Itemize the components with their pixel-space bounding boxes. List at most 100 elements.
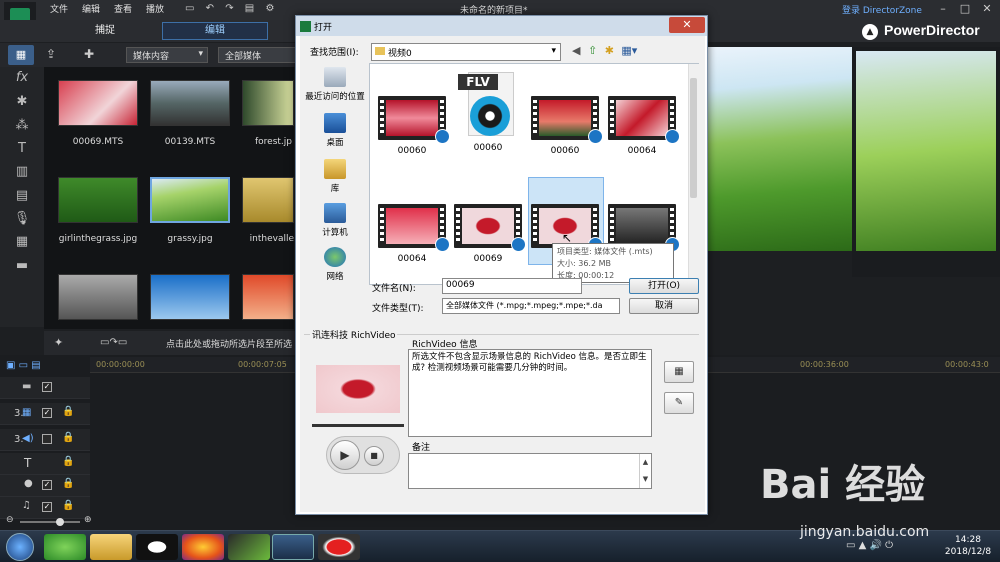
- menu-file[interactable]: 文件: [50, 2, 68, 15]
- library-thumb[interactable]: [242, 177, 294, 223]
- up-folder-icon[interactable]: ⇧: [588, 44, 597, 57]
- fx-icon[interactable]: fx: [13, 70, 31, 86]
- import-icon[interactable]: ⇪: [46, 47, 56, 61]
- undo-icon[interactable]: ↶: [206, 3, 214, 14]
- title-room-icon[interactable]: T: [13, 141, 31, 157]
- open-button[interactable]: 打开(O): [629, 278, 699, 294]
- track-enable-checkbox[interactable]: [42, 434, 52, 444]
- notes-textarea[interactable]: ▲ ▼: [408, 453, 652, 489]
- transition-icon[interactable]: ▥: [13, 164, 31, 180]
- scrollbar-thumb[interactable]: [690, 78, 697, 198]
- subtitle-icon[interactable]: ▬: [13, 258, 31, 274]
- maximize-icon[interactable]: □: [958, 2, 972, 16]
- tray-icons[interactable]: ▭ ▲ 🔊 ⏻: [846, 540, 893, 551]
- minimize-icon[interactable]: –: [936, 2, 950, 16]
- file-name: 00064: [627, 146, 657, 156]
- new-folder-icon[interactable]: ✱: [605, 44, 614, 57]
- lock-icon[interactable]: 🔒: [62, 456, 74, 467]
- tab-capture[interactable]: 捕捉: [60, 22, 150, 40]
- taskbar-app-qq[interactable]: [136, 534, 178, 560]
- library-thumb[interactable]: [58, 80, 138, 126]
- stop-button[interactable]: ■: [364, 446, 384, 466]
- magic-icon[interactable]: ✦: [54, 336, 63, 349]
- pip-icon[interactable]: ✱: [13, 94, 31, 110]
- taskbar-app-recorder[interactable]: [318, 534, 360, 560]
- zoom-out-icon[interactable]: ⊖: [6, 515, 14, 525]
- zoom-in-icon[interactable]: ⊕: [84, 515, 92, 525]
- media-content-dropdown[interactable]: 媒体内容 ▾: [126, 47, 208, 63]
- filetype-dropdown[interactable]: 全部媒体文件 (*.mpg;*.mpeg;*.mpe;*.da: [442, 298, 620, 314]
- menu-play[interactable]: 播放: [146, 2, 164, 15]
- close-icon[interactable]: ✕: [980, 2, 994, 16]
- file-item[interactable]: 00060: [529, 96, 603, 156]
- filename-input[interactable]: 00069: [442, 278, 582, 294]
- taskbar-app-explorer[interactable]: [90, 534, 132, 560]
- new-icon[interactable]: ▭: [185, 3, 194, 14]
- voice-over-icon[interactable]: 🎙: [13, 211, 31, 227]
- notes-scrollbar[interactable]: ▲ ▼: [639, 454, 651, 488]
- storyboard-icon[interactable]: ▭↷▭: [100, 337, 127, 348]
- plugin-icon[interactable]: ✚: [84, 47, 94, 61]
- lock-icon[interactable]: 🔒: [62, 406, 74, 417]
- view-menu-icon[interactable]: ▦▾: [621, 44, 637, 57]
- cancel-button[interactable]: 取消: [629, 298, 699, 314]
- library-thumb[interactable]: [58, 177, 138, 223]
- edit-scene-button[interactable]: ✎: [664, 392, 694, 414]
- lock-icon[interactable]: 🔒: [62, 432, 74, 443]
- look-in-dropdown[interactable]: 视频0 ▾: [371, 43, 561, 61]
- dialog-close-button[interactable]: ✕: [669, 17, 705, 33]
- track-enable-checkbox[interactable]: ✓: [42, 502, 52, 512]
- particle-icon[interactable]: ⁂: [13, 118, 31, 134]
- taskbar-app-camtasia[interactable]: [228, 534, 270, 560]
- taskbar-app-360[interactable]: [44, 534, 86, 560]
- library-thumb[interactable]: [242, 274, 294, 320]
- menu-view[interactable]: 查看: [114, 2, 132, 15]
- library-thumb[interactable]: [150, 274, 230, 320]
- library-thumb[interactable]: [150, 80, 230, 126]
- track-enable-checkbox[interactable]: ✓: [42, 480, 52, 490]
- audio-mixing-icon[interactable]: ▤: [13, 188, 31, 204]
- aspect-icon[interactable]: ▤: [245, 3, 254, 14]
- toolbar-icons: ▭ ↶ ↷ ▤ ⚙: [185, 3, 274, 14]
- track-enable-checkbox[interactable]: ✓: [42, 408, 52, 418]
- library-thumb[interactable]: [242, 80, 294, 126]
- video-file-icon: [378, 204, 450, 252]
- file-item[interactable]: [606, 204, 680, 252]
- back-icon[interactable]: ◀: [572, 44, 580, 57]
- chapter-icon[interactable]: ▦: [13, 234, 31, 250]
- timeline-mode-icon[interactable]: ▣ ▭ ▤: [6, 360, 41, 371]
- place-desktop[interactable]: 桌面: [302, 113, 368, 148]
- media-room-icon[interactable]: ▦: [8, 45, 34, 65]
- menu-edit[interactable]: 编辑: [82, 2, 100, 15]
- lock-icon[interactable]: 🔒: [62, 478, 74, 489]
- zoom-slider-thumb[interactable]: [56, 518, 64, 526]
- video-file-icon: [531, 96, 603, 144]
- track-enable-checkbox[interactable]: ✓: [42, 382, 52, 392]
- place-recent[interactable]: 最近访问的位置: [302, 67, 368, 102]
- gear-icon[interactable]: ⚙: [265, 3, 274, 14]
- start-button[interactable]: [6, 533, 34, 561]
- tab-edit[interactable]: 编辑: [162, 22, 268, 40]
- taskbar-app-firefox[interactable]: [182, 534, 224, 560]
- file-item[interactable]: 00064: [606, 96, 680, 156]
- directorzone-link[interactable]: 登录 DirectorZone: [842, 3, 922, 16]
- richvideo-progress[interactable]: [312, 424, 404, 427]
- place-network[interactable]: 网络: [302, 247, 368, 282]
- library-thumb-selected[interactable]: [150, 177, 230, 223]
- file-item[interactable]: 00060: [376, 96, 450, 156]
- generate-scene-button[interactable]: ▦: [664, 361, 694, 383]
- file-item[interactable]: 00064: [376, 204, 450, 264]
- dialog-titlebar[interactable]: [296, 16, 707, 36]
- lock-icon[interactable]: 🔒: [62, 500, 74, 511]
- all-media-dropdown[interactable]: 全部媒体: [218, 47, 298, 63]
- redo-icon[interactable]: ↷: [225, 3, 233, 14]
- play-button[interactable]: ▶: [330, 440, 360, 470]
- library-thumb[interactable]: [58, 274, 138, 320]
- clock[interactable]: 14:28 2018/12/8: [940, 534, 996, 558]
- file-item[interactable]: 00069: [452, 204, 526, 264]
- zoom-slider[interactable]: ⊖ ⊕: [6, 515, 92, 526]
- file-item[interactable]: FLV 00060: [452, 72, 524, 153]
- taskbar-app-powerdirector[interactable]: [272, 534, 314, 560]
- place-computer[interactable]: 计算机: [302, 203, 368, 238]
- place-libraries[interactable]: 库: [302, 159, 368, 194]
